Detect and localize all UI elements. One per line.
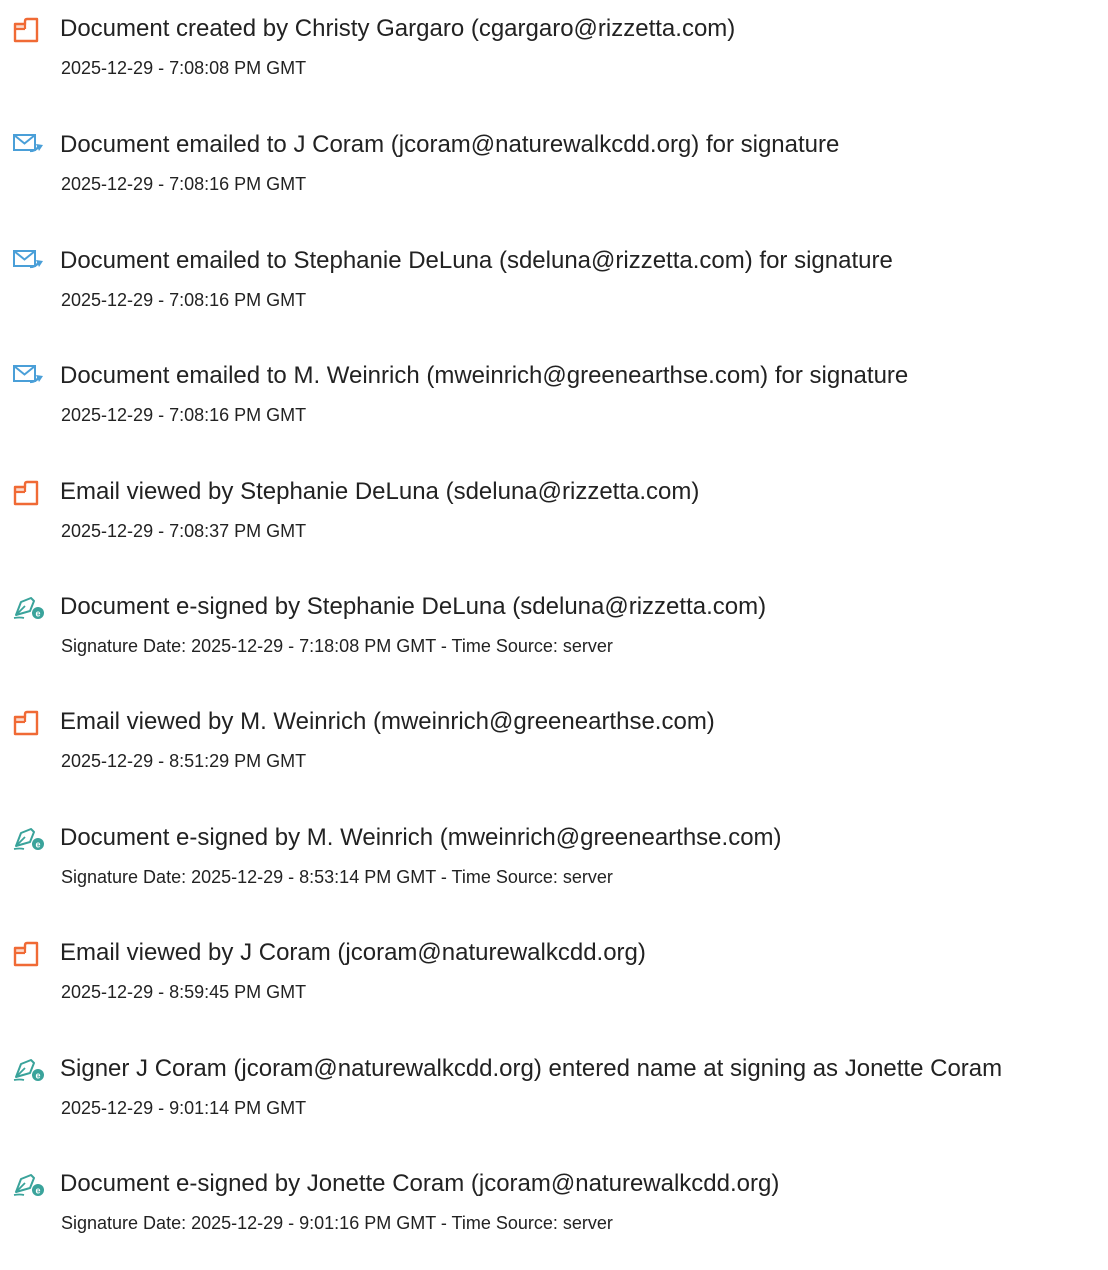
event-timestamp: 2025-12-29 - 8:59:45 PM GMT: [61, 982, 307, 1002]
event-text: Document emailed to J Coram (jcoram@natu…: [60, 131, 840, 158]
email-sent-icon: [12, 249, 44, 273]
event-text: Document created by Christy Gargaro (cga…: [60, 15, 736, 42]
event-text: Email viewed by J Coram (jcoram@naturewa…: [60, 939, 646, 966]
event-text: Email viewed by M. Weinrich (mweinrich@g…: [60, 708, 715, 735]
log-entry: Document emailed to Stephanie DeLuna (sd…: [0, 247, 1108, 347]
log-entry: e Document e-signed by Jonette Coram (jc…: [0, 1170, 1108, 1270]
log-entry: Document emailed to M. Weinrich (mweinri…: [0, 362, 1108, 462]
svg-text:e: e: [35, 840, 40, 850]
event-timestamp: Signature Date: 2025-12-29 - 9:01:16 PM …: [61, 1213, 613, 1233]
log-entry: e Document e-signed by M. Weinrich (mwei…: [0, 824, 1108, 924]
log-entry: e Signer J Coram (jcoram@naturewalkcdd.o…: [0, 1055, 1108, 1155]
event-text: Signer J Coram (jcoram@naturewalkcdd.org…: [60, 1055, 1003, 1082]
esign-pen-icon: e: [12, 826, 44, 850]
event-text: Email viewed by Stephanie DeLuna (sdelun…: [60, 478, 700, 505]
esign-pen-icon: e: [12, 595, 44, 619]
esign-pen-icon: e: [12, 1057, 44, 1081]
event-text: Document e-signed by Jonette Coram (jcor…: [60, 1170, 780, 1197]
event-timestamp: 2025-12-29 - 9:01:14 PM GMT: [61, 1098, 307, 1118]
log-entry: Email viewed by Stephanie DeLuna (sdelun…: [0, 478, 1108, 578]
document-icon: [12, 710, 44, 736]
document-icon: [12, 17, 44, 43]
event-timestamp: 2025-12-29 - 7:08:16 PM GMT: [61, 174, 307, 194]
svg-text:e: e: [35, 1071, 40, 1081]
event-text: Document emailed to M. Weinrich (mweinri…: [60, 362, 909, 389]
svg-text:e: e: [35, 609, 40, 619]
log-entry: Email viewed by J Coram (jcoram@naturewa…: [0, 939, 1108, 1039]
event-timestamp: 2025-12-29 - 7:08:16 PM GMT: [61, 290, 307, 310]
email-sent-icon: [12, 133, 44, 157]
event-text: Document e-signed by Stephanie DeLuna (s…: [60, 593, 767, 620]
event-timestamp: 2025-12-29 - 7:08:16 PM GMT: [61, 405, 307, 425]
event-timestamp: Signature Date: 2025-12-29 - 8:53:14 PM …: [61, 867, 613, 887]
event-timestamp: 2025-12-29 - 7:08:08 PM GMT: [61, 58, 307, 78]
log-entry: e Document e-signed by Stephanie DeLuna …: [0, 593, 1108, 693]
log-entry: Document emailed to J Coram (jcoram@natu…: [0, 131, 1108, 231]
svg-text:e: e: [35, 1186, 40, 1196]
event-text: Document emailed to Stephanie DeLuna (sd…: [60, 247, 893, 274]
email-sent-icon: [12, 364, 44, 388]
document-icon: [12, 941, 44, 967]
log-entry: Document created by Christy Gargaro (cga…: [0, 15, 1108, 115]
log-entry: Email viewed by M. Weinrich (mweinrich@g…: [0, 708, 1108, 808]
document-icon: [12, 480, 44, 506]
event-timestamp: 2025-12-29 - 8:51:29 PM GMT: [61, 751, 307, 771]
esign-pen-icon: e: [12, 1172, 44, 1196]
event-timestamp: 2025-12-29 - 7:08:37 PM GMT: [61, 521, 307, 541]
event-timestamp: Signature Date: 2025-12-29 - 7:18:08 PM …: [61, 636, 613, 656]
event-text: Document e-signed by M. Weinrich (mweinr…: [60, 824, 782, 851]
